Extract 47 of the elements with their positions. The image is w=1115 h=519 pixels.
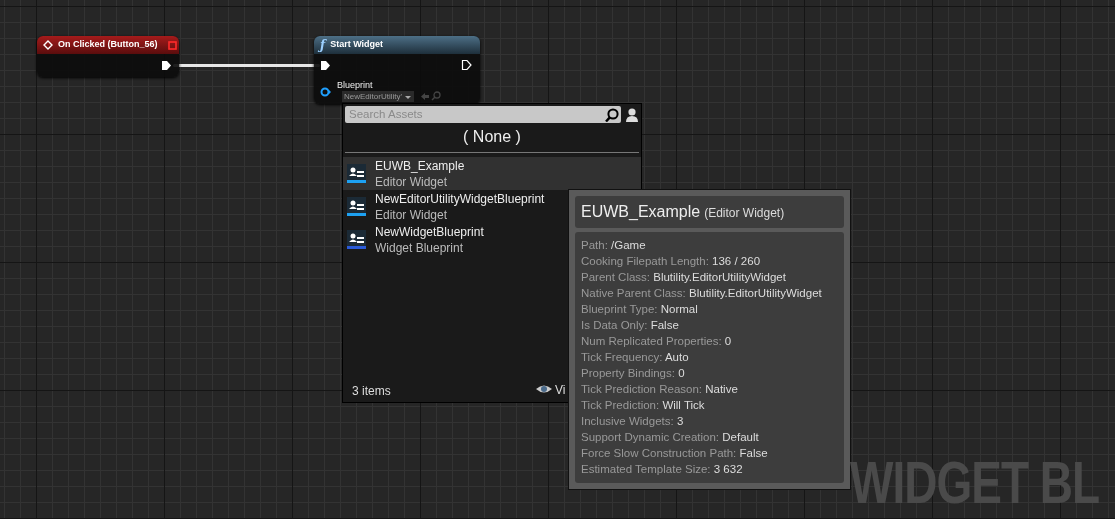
function-icon: ƒ — [320, 36, 326, 54]
view-options-label[interactable]: Vi — [555, 381, 566, 399]
tooltip-subtitle: (Editor Widget) — [704, 205, 785, 222]
property-line: Tick Prediction: Will Tick — [581, 398, 706, 413]
widget-blueprint-icon — [346, 196, 367, 217]
caret-icon — [404, 93, 412, 100]
node-title: Start Widget — [330, 38, 384, 52]
item-count: 3 items — [352, 383, 391, 400]
exec-pin-icon[interactable] — [161, 60, 172, 71]
property-line: Property Bindings: 0 — [581, 366, 686, 381]
event-icon — [43, 40, 53, 50]
asset-type: Widget Blueprint — [375, 239, 465, 256]
property-line: Path: /Game — [581, 238, 647, 253]
node-title: On Clicked (Button_56) — [58, 38, 158, 52]
property-line: Tick Frequency: Auto — [581, 350, 690, 365]
asset-name: EUWB_Example — [375, 157, 465, 174]
search-icon[interactable] — [605, 107, 619, 122]
asset-type: Editor Widget — [375, 173, 449, 190]
property-line: Force Slow Construction Path: False — [581, 446, 769, 461]
user-filter-icon[interactable] — [625, 107, 639, 122]
exec-pin-icon[interactable] — [461, 59, 473, 71]
property-line: Support Dynamic Creation: Default — [581, 430, 760, 445]
exec-pin-icon[interactable] — [320, 60, 331, 71]
event-node[interactable]: On Clicked (Button_56) — [37, 36, 179, 77]
function-node[interactable]: ƒ Start Widget Blueprint NewEditorUtility' — [314, 36, 480, 104]
property-line: Estimated Template Size: 3 632 — [581, 462, 744, 477]
asset-name: NewEditorUtilityWidgetBlueprint — [375, 190, 545, 207]
property-line: Num Replicated Properties: 0 — [581, 334, 733, 349]
widget-blueprint-icon — [346, 163, 367, 184]
asset-name: NewWidgetBlueprint — [375, 223, 484, 240]
property-line: Native Parent Class: Blutility.EditorUtilityWidget — [581, 286, 823, 301]
asset-dropdown[interactable]: NewEditorUtility' — [342, 91, 414, 102]
property-line: Tick Prediction Reason: Native — [581, 382, 739, 397]
delegate-pin-icon[interactable] — [167, 40, 177, 50]
property-line: Inclusive Widgets: 3 — [581, 414, 685, 429]
widget-blueprint-icon — [346, 229, 367, 250]
property-line: Parent Class: Blutility.EditorUtilityWidget — [581, 270, 787, 285]
pin-label: Blueprint — [337, 79, 373, 92]
eye-icon[interactable] — [535, 383, 553, 395]
none-option[interactable]: ( None ) — [343, 128, 641, 146]
tooltip-title: EUWB_Example — [581, 202, 701, 222]
asset-row[interactable]: EUWB_Example Editor Widget — [343, 157, 641, 190]
object-pin-icon[interactable] — [320, 87, 332, 97]
property-line: Is Data Only: False — [581, 318, 680, 333]
asset-type: Editor Widget — [375, 206, 449, 223]
property-line: Cooking Filepath Length: 136 / 260 — [581, 254, 762, 269]
property-line: Blueprint Type: Normal — [581, 302, 699, 317]
